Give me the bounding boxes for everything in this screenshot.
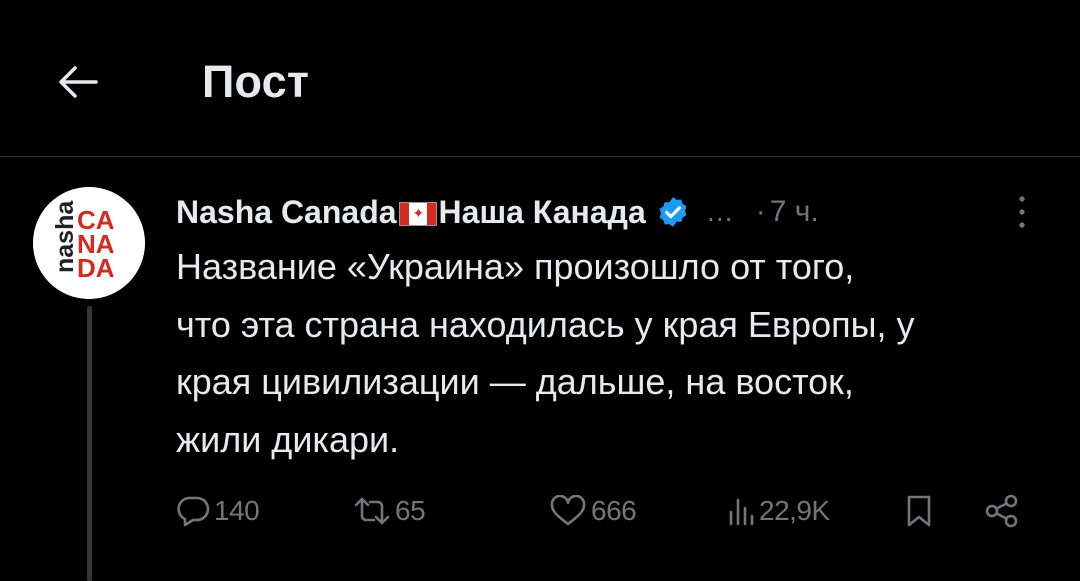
- verified-badge-icon[interactable]: [656, 195, 690, 234]
- heart-icon: [550, 495, 586, 526]
- post-screen: Пост nasha CA NA DA Nasha Canada ✦ Наша Ка…: [0, 0, 1080, 581]
- arrow-left-icon: [59, 66, 98, 98]
- author-name[interactable]: Nasha Canada ✦ Наша Канада: [176, 194, 646, 231]
- share-icon: [985, 494, 1018, 528]
- reply-icon: [177, 496, 210, 527]
- more-vertical-icon: [1019, 196, 1025, 228]
- reply-count: 140: [214, 495, 260, 526]
- repost-icon: [354, 497, 390, 525]
- nasha-canada-logo: nasha CA NA DA: [33, 187, 145, 299]
- tweet-action-bar: 140 65 666 22,9K: [0, 486, 1080, 536]
- bookmark-icon: [907, 495, 931, 527]
- repost-button[interactable]: 65: [353, 486, 426, 536]
- back-button[interactable]: [46, 50, 110, 114]
- reply-button[interactable]: 140: [176, 486, 260, 536]
- author-handle[interactable]: …: [706, 196, 734, 228]
- more-options-button[interactable]: [1002, 190, 1042, 234]
- tweet-text-line: Название «Украина» произошло от того,: [176, 246, 855, 287]
- tweet-text-line: жили дикари.: [176, 418, 400, 460]
- tweet-text-line: что эта страна находилась у края Европы,…: [176, 303, 915, 345]
- like-button[interactable]: 666: [549, 486, 637, 536]
- like-count: 666: [591, 495, 637, 526]
- tweet-author-row: Nasha Canada ✦ Наша Канада … · 7 ч.: [176, 185, 819, 239]
- author-name-cyrillic: Наша Канада: [438, 193, 646, 230]
- top-bar: Пост: [0, 0, 1080, 157]
- logo-line-3: DA: [77, 253, 115, 283]
- repost-count: 65: [395, 495, 426, 526]
- bookmark-button[interactable]: [904, 486, 934, 536]
- tweet-timestamp[interactable]: · 7 ч.: [756, 195, 819, 229]
- page-title: Пост: [202, 56, 310, 107]
- logo-side-text: nasha: [51, 200, 79, 273]
- time-separator: ·: [755, 195, 766, 228]
- avatar[interactable]: nasha CA NA DA: [33, 187, 145, 299]
- tweet-text-line: края цивилизации — дальше, на восток,: [176, 361, 854, 402]
- views-count: 22,9K: [759, 495, 830, 526]
- author-name-latin: Nasha Canada: [176, 193, 397, 230]
- views-button[interactable]: 22,9K: [727, 486, 830, 536]
- views-chart-icon: [729, 498, 754, 526]
- thread-line: [87, 306, 92, 581]
- time-value: 7 ч.: [769, 195, 819, 228]
- share-button[interactable]: [984, 486, 1020, 536]
- tweet-text: Название «Украина» произошло от того, чт…: [176, 238, 1046, 468]
- canada-flag-icon: ✦: [398, 201, 437, 226]
